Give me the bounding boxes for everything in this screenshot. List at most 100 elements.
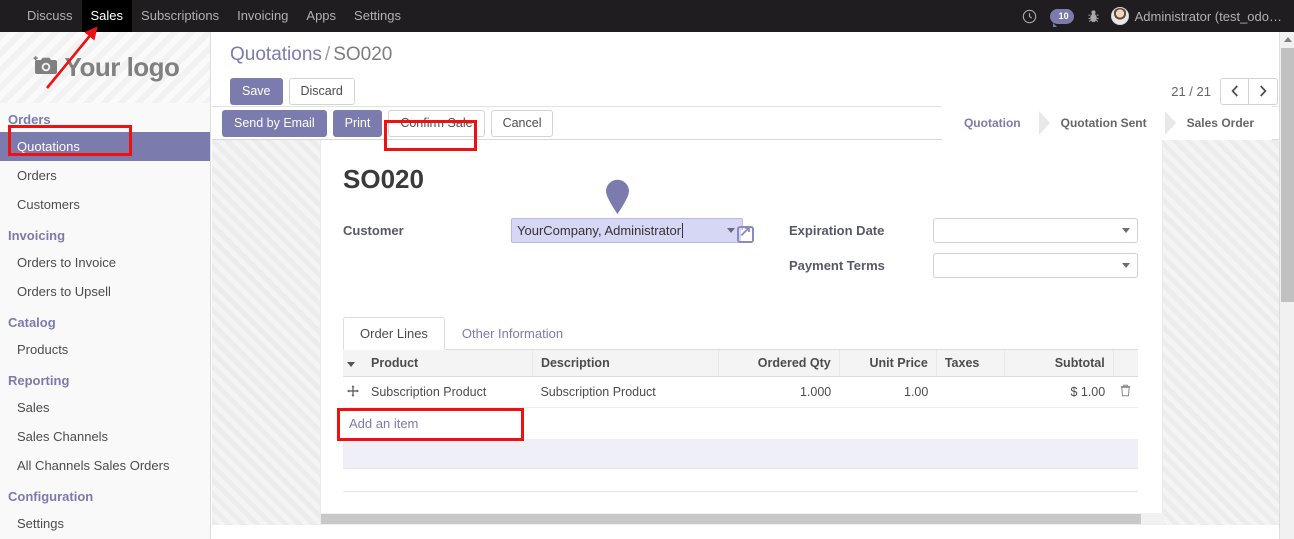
- camera-add-icon: [31, 53, 61, 82]
- sidebar-group-orders: Orders Quotations Orders Customers: [0, 103, 210, 219]
- logo-text: Your logo: [64, 52, 180, 82]
- add-item-row[interactable]: Add an item: [343, 408, 1138, 440]
- sidebar-group-invoicing: Invoicing Orders to Invoice Orders to Up…: [0, 219, 210, 306]
- expiration-date-input[interactable]: [933, 217, 1138, 243]
- column-description[interactable]: Description: [532, 350, 719, 377]
- customer-input[interactable]: YourCompany, Administrator: [511, 217, 743, 243]
- nav-item-sales[interactable]: Sales: [81, 0, 133, 32]
- breadcrumb-current: SO020: [333, 44, 393, 65]
- column-ordered-qty[interactable]: Ordered Qty: [718, 350, 840, 377]
- scroll-up-arrow-icon[interactable]: [1280, 32, 1294, 47]
- form-content-area: SO020 Customer YourCompany, Administrato…: [212, 140, 1294, 525]
- sidebar-section-catalog: Catalog: [8, 315, 56, 330]
- sheet-divider: [343, 491, 1138, 492]
- customer-field-row: Customer YourCompany, Administrator: [343, 179, 743, 243]
- breadcrumb-quotations[interactable]: Quotations: [230, 44, 322, 65]
- company-logo-placeholder[interactable]: Your logo: [0, 32, 210, 103]
- page-vertical-scrollbar[interactable]: [1279, 32, 1294, 539]
- pager-next-button[interactable]: [1249, 77, 1278, 105]
- sidebar-item-sales-report[interactable]: Sales: [0, 393, 210, 422]
- nav-item-discuss[interactable]: Discuss: [18, 0, 82, 32]
- chevron-down-icon[interactable]: [1122, 228, 1130, 233]
- cell-product[interactable]: Subscription Product: [363, 376, 533, 408]
- chevron-down-icon[interactable]: [1122, 263, 1130, 268]
- tab-other-information[interactable]: Other Information: [445, 317, 580, 350]
- horizontal-scroll-thumb[interactable]: [321, 514, 1141, 524]
- chevron-down-icon[interactable]: [727, 228, 735, 233]
- sidebar-group-configuration: Configuration Settings Sales Channels Pr…: [0, 480, 210, 539]
- table-row[interactable]: Subscription Product Subscription Produc…: [343, 376, 1138, 408]
- navbar-systray: 10 Administrator (test_odo…: [1015, 0, 1294, 32]
- nav-item-invoicing[interactable]: Invoicing: [228, 0, 297, 32]
- sidebar-item-settings[interactable]: Settings: [0, 509, 210, 538]
- messages-count: 10: [1058, 11, 1069, 21]
- cell-taxes[interactable]: [936, 376, 1005, 408]
- sidebar-item-sales-channels-report[interactable]: Sales Channels: [0, 422, 210, 451]
- sidebar-group-catalog: Catalog Products: [0, 306, 210, 364]
- status-quotation-sent[interactable]: Quotation Sent: [1038, 106, 1176, 140]
- vertical-scroll-thumb[interactable]: [1281, 48, 1294, 302]
- order-lines-table: Product Description Ordered Qty Unit Pri…: [343, 350, 1138, 439]
- bug-icon[interactable]: [1087, 9, 1100, 24]
- clock-icon[interactable]: [1022, 9, 1037, 24]
- cell-ordered-qty[interactable]: 1.000: [718, 376, 840, 408]
- page-title: SO020: [343, 164, 424, 194]
- sidebar-item-quotations[interactable]: Quotations: [0, 132, 210, 161]
- nav-item-apps[interactable]: Apps: [297, 0, 345, 32]
- sidebar-item-orders[interactable]: Orders: [0, 161, 210, 190]
- sidebar-section-orders: Orders: [8, 112, 51, 127]
- table-header-row: Product Description Ordered Qty Unit Pri…: [343, 350, 1138, 377]
- status-sales-order[interactable]: Sales Order: [1164, 106, 1272, 140]
- column-subtotal[interactable]: Subtotal: [1004, 350, 1114, 377]
- form-sheet: SO020 Customer YourCompany, Administrato…: [320, 140, 1164, 525]
- optional-columns-dropdown[interactable]: [343, 350, 363, 377]
- nav-item-subscriptions[interactable]: Subscriptions: [132, 0, 228, 32]
- control-panel-buttons: Save Discard 21 / 21: [230, 76, 1278, 106]
- drag-handle-icon[interactable]: [343, 376, 363, 408]
- column-product[interactable]: Product: [363, 350, 533, 377]
- odoo-sales-quotation-form: Discuss Sales Subscriptions Invoicing Ap…: [0, 0, 1294, 539]
- user-name[interactable]: Administrator (test_odo…: [1135, 9, 1282, 24]
- customer-value: YourCompany, Administrator: [517, 222, 682, 238]
- delete-line-button[interactable]: [1113, 376, 1138, 408]
- avatar[interactable]: [1110, 7, 1129, 25]
- status-quotation[interactable]: Quotation: [941, 106, 1050, 140]
- sidebar-item-orders-to-upsell[interactable]: Orders to Upsell: [0, 277, 210, 306]
- nav-item-settings[interactable]: Settings: [345, 0, 410, 32]
- column-unit-price[interactable]: Unit Price: [839, 350, 937, 377]
- notebook: Order Lines Other Information Product De…: [343, 317, 1138, 492]
- save-button[interactable]: Save: [230, 77, 283, 105]
- confirm-sale-button[interactable]: Confirm Sale: [388, 109, 485, 137]
- discard-button[interactable]: Discard: [288, 77, 355, 105]
- sidebar-item-customers[interactable]: Customers: [0, 190, 210, 219]
- payment-terms-label: Payment Terms: [789, 257, 885, 273]
- pager-previous-button[interactable]: [1220, 77, 1249, 105]
- sheet-horizontal-scrollbar[interactable]: [321, 513, 1164, 525]
- messages-icon[interactable]: 10: [1049, 8, 1074, 27]
- expiration-date-label: Expiration Date: [789, 222, 885, 238]
- action-button-bar: Send by Email Print Confirm Sale Cancel …: [212, 106, 1294, 140]
- external-link-icon[interactable]: [737, 223, 754, 243]
- cancel-button[interactable]: Cancel: [490, 109, 554, 137]
- caret-down-icon: [347, 362, 355, 367]
- status-bar: Quotation Quotation Sent Sales Order: [941, 106, 1294, 140]
- customer-label: Customer: [343, 222, 404, 238]
- column-taxes[interactable]: Taxes: [936, 350, 1006, 377]
- payment-terms-field-row: Payment Terms: [763, 252, 1138, 278]
- pager-counter: 21 / 21: [1171, 83, 1211, 99]
- sidebar-group-reporting: Reporting Sales Sales Channels All Chann…: [0, 364, 210, 480]
- payment-terms-input[interactable]: [933, 252, 1138, 278]
- sidebar-section-configuration: Configuration: [8, 489, 94, 504]
- sidebar-item-all-channels-sales-orders[interactable]: All Channels Sales Orders: [0, 451, 210, 480]
- sidebar-item-orders-to-invoice[interactable]: Orders to Invoice: [0, 248, 210, 277]
- map-pin-cursor: [604, 179, 631, 215]
- add-an-item-link[interactable]: Add an item: [343, 408, 1138, 439]
- sidebar-item-products[interactable]: Products: [0, 335, 210, 364]
- send-by-email-button[interactable]: Send by Email: [222, 109, 327, 137]
- sidebar-section-invoicing: Invoicing: [8, 228, 66, 243]
- tab-order-lines[interactable]: Order Lines: [343, 317, 445, 350]
- cell-description[interactable]: Subscription Product: [532, 376, 719, 408]
- sidebar: Your logo Orders Quotations Orders Custo…: [0, 32, 211, 539]
- print-button[interactable]: Print: [332, 109, 383, 137]
- cell-unit-price[interactable]: 1.00: [839, 376, 937, 408]
